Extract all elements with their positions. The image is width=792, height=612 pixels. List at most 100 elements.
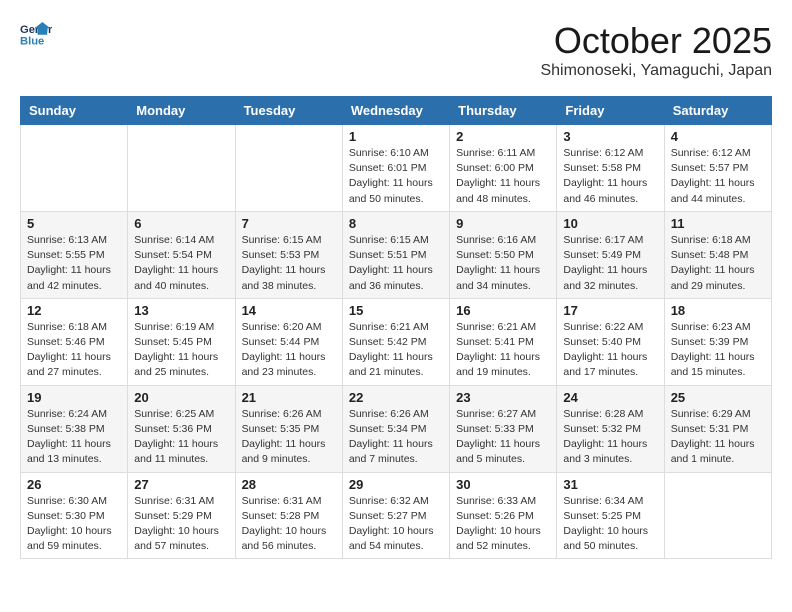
day-number: 15 [349,303,443,318]
calendar-cell: 17 Sunrise: 6:22 AM Sunset: 5:40 PM Dayli… [557,298,664,385]
day-number: 17 [563,303,657,318]
calendar-cell: 18 Sunrise: 6:23 AM Sunset: 5:39 PM Dayli… [664,298,771,385]
day-info: Sunrise: 6:15 AM Sunset: 5:53 PM Dayligh… [242,233,336,294]
weekday-header-row: SundayMondayTuesdayWednesdayThursdayFrid… [21,97,772,125]
calendar-cell: 1Sunrise: 6:10 AM Sunset: 6:01 PM Daylig… [342,125,449,212]
day-number: 12 [27,303,121,318]
day-info: Sunrise: 6:24 AM Sunset: 5:38 PM Dayligh… [27,407,121,468]
day-info: Sunrise: 6:20 AM Sunset: 5:44 PM Dayligh… [242,320,336,381]
calendar-cell: 10 Sunrise: 6:17 AM Sunset: 5:49 PM Dayli… [557,211,664,298]
day-info: Sunrise: 6:31 AM Sunset: 5:28 PM Dayligh… [242,494,336,555]
calendar-cell: 5Sunrise: 6:13 AM Sunset: 5:55 PM Daylig… [21,211,128,298]
calendar-cell [128,125,235,212]
calendar-week-1: 1Sunrise: 6:10 AM Sunset: 6:01 PM Daylig… [21,125,772,212]
day-number: 4 [671,129,765,144]
calendar-cell: 29Sunrise: 6:32 AM Sunset: 5:27 PM Dayli… [342,472,449,559]
calendar-cell [664,472,771,559]
day-number: 19 [27,390,121,405]
day-number: 18 [671,303,765,318]
day-number: 2 [456,129,550,144]
weekday-header-saturday: Saturday [664,97,771,125]
calendar-cell: 24Sunrise: 6:28 AM Sunset: 5:32 PM Dayli… [557,385,664,472]
logo-icon: General Blue [20,20,52,48]
day-number: 8 [349,216,443,231]
day-number: 9 [456,216,550,231]
calendar-cell: 11Sunrise: 6:18 AM Sunset: 5:48 PM Dayli… [664,211,771,298]
day-number: 30 [456,477,550,492]
logo: General Blue General Blue [20,20,52,48]
calendar-cell: 2Sunrise: 6:11 AM Sunset: 6:00 PM Daylig… [450,125,557,212]
day-number: 3 [563,129,657,144]
day-number: 27 [134,477,228,492]
day-info: Sunrise: 6:32 AM Sunset: 5:27 PM Dayligh… [349,494,443,555]
day-number: 16 [456,303,550,318]
calendar-cell: 19 Sunrise: 6:24 AM Sunset: 5:38 PM Dayli… [21,385,128,472]
page-header: General Blue General Blue October 2025 S… [20,20,772,80]
calendar-cell: 30 Sunrise: 6:33 AM Sunset: 5:26 PM Dayli… [450,472,557,559]
calendar-cell: 4 Sunrise: 6:12 AM Sunset: 5:57 PM Daylig… [664,125,771,212]
day-info: Sunrise: 6:23 AM Sunset: 5:39 PM Dayligh… [671,320,765,381]
calendar-week-5: 26 Sunrise: 6:30 AM Sunset: 5:30 PM Dayli… [21,472,772,559]
day-info: Sunrise: 6:30 AM Sunset: 5:30 PM Dayligh… [27,494,121,555]
location-title: Shimonoseki, Yamaguchi, Japan [540,62,772,80]
calendar-cell: 28 Sunrise: 6:31 AM Sunset: 5:28 PM Dayli… [235,472,342,559]
calendar-cell: 25 Sunrise: 6:29 AM Sunset: 5:31 PM Dayli… [664,385,771,472]
calendar-cell: 23Sunrise: 6:27 AM Sunset: 5:33 PM Dayli… [450,385,557,472]
day-info: Sunrise: 6:13 AM Sunset: 5:55 PM Dayligh… [27,233,121,294]
day-info: Sunrise: 6:15 AM Sunset: 5:51 PM Dayligh… [349,233,443,294]
weekday-header-wednesday: Wednesday [342,97,449,125]
day-number: 7 [242,216,336,231]
day-info: Sunrise: 6:29 AM Sunset: 5:31 PM Dayligh… [671,407,765,468]
calendar-cell: 31Sunrise: 6:34 AM Sunset: 5:25 PM Dayli… [557,472,664,559]
calendar-cell: 27 Sunrise: 6:31 AM Sunset: 5:29 PM Dayli… [128,472,235,559]
weekday-header-monday: Monday [128,97,235,125]
weekday-header-thursday: Thursday [450,97,557,125]
day-number: 31 [563,477,657,492]
day-number: 26 [27,477,121,492]
day-number: 24 [563,390,657,405]
day-number: 14 [242,303,336,318]
calendar-cell: 3 Sunrise: 6:12 AM Sunset: 5:58 PM Daylig… [557,125,664,212]
day-info: Sunrise: 6:22 AM Sunset: 5:40 PM Dayligh… [563,320,657,381]
calendar-cell: 9 Sunrise: 6:16 AM Sunset: 5:50 PM Daylig… [450,211,557,298]
month-title: October 2025 [540,20,772,62]
day-number: 6 [134,216,228,231]
day-info: Sunrise: 6:31 AM Sunset: 5:29 PM Dayligh… [134,494,228,555]
calendar-week-2: 5Sunrise: 6:13 AM Sunset: 5:55 PM Daylig… [21,211,772,298]
day-info: Sunrise: 6:26 AM Sunset: 5:35 PM Dayligh… [242,407,336,468]
calendar-cell: 7 Sunrise: 6:15 AM Sunset: 5:53 PM Daylig… [235,211,342,298]
calendar-cell: 14 Sunrise: 6:20 AM Sunset: 5:44 PM Dayli… [235,298,342,385]
day-number: 22 [349,390,443,405]
day-info: Sunrise: 6:12 AM Sunset: 5:58 PM Dayligh… [563,146,657,207]
day-info: Sunrise: 6:21 AM Sunset: 5:41 PM Dayligh… [456,320,550,381]
calendar-week-3: 12 Sunrise: 6:18 AM Sunset: 5:46 PM Dayli… [21,298,772,385]
calendar-cell: 22 Sunrise: 6:26 AM Sunset: 5:34 PM Dayli… [342,385,449,472]
calendar-cell [235,125,342,212]
day-info: Sunrise: 6:33 AM Sunset: 5:26 PM Dayligh… [456,494,550,555]
day-info: Sunrise: 6:26 AM Sunset: 5:34 PM Dayligh… [349,407,443,468]
day-info: Sunrise: 6:17 AM Sunset: 5:49 PM Dayligh… [563,233,657,294]
day-number: 25 [671,390,765,405]
day-info: Sunrise: 6:18 AM Sunset: 5:46 PM Dayligh… [27,320,121,381]
weekday-header-tuesday: Tuesday [235,97,342,125]
calendar-table: SundayMondayTuesdayWednesdayThursdayFrid… [20,96,772,559]
calendar-cell: 13Sunrise: 6:19 AM Sunset: 5:45 PM Dayli… [128,298,235,385]
svg-text:Blue: Blue [20,35,44,47]
calendar-cell: 8 Sunrise: 6:15 AM Sunset: 5:51 PM Daylig… [342,211,449,298]
day-number: 28 [242,477,336,492]
calendar-cell: 15 Sunrise: 6:21 AM Sunset: 5:42 PM Dayli… [342,298,449,385]
calendar-cell: 12 Sunrise: 6:18 AM Sunset: 5:46 PM Dayli… [21,298,128,385]
day-info: Sunrise: 6:21 AM Sunset: 5:42 PM Dayligh… [349,320,443,381]
day-info: Sunrise: 6:18 AM Sunset: 5:48 PM Dayligh… [671,233,765,294]
day-number: 10 [563,216,657,231]
day-number: 21 [242,390,336,405]
weekday-header-sunday: Sunday [21,97,128,125]
calendar-cell: 16 Sunrise: 6:21 AM Sunset: 5:41 PM Dayli… [450,298,557,385]
day-info: Sunrise: 6:16 AM Sunset: 5:50 PM Dayligh… [456,233,550,294]
calendar-cell: 21 Sunrise: 6:26 AM Sunset: 5:35 PM Dayli… [235,385,342,472]
day-info: Sunrise: 6:25 AM Sunset: 5:36 PM Dayligh… [134,407,228,468]
day-info: Sunrise: 6:27 AM Sunset: 5:33 PM Dayligh… [456,407,550,468]
calendar-cell: 20Sunrise: 6:25 AM Sunset: 5:36 PM Dayli… [128,385,235,472]
calendar-week-4: 19 Sunrise: 6:24 AM Sunset: 5:38 PM Dayli… [21,385,772,472]
day-info: Sunrise: 6:12 AM Sunset: 5:57 PM Dayligh… [671,146,765,207]
